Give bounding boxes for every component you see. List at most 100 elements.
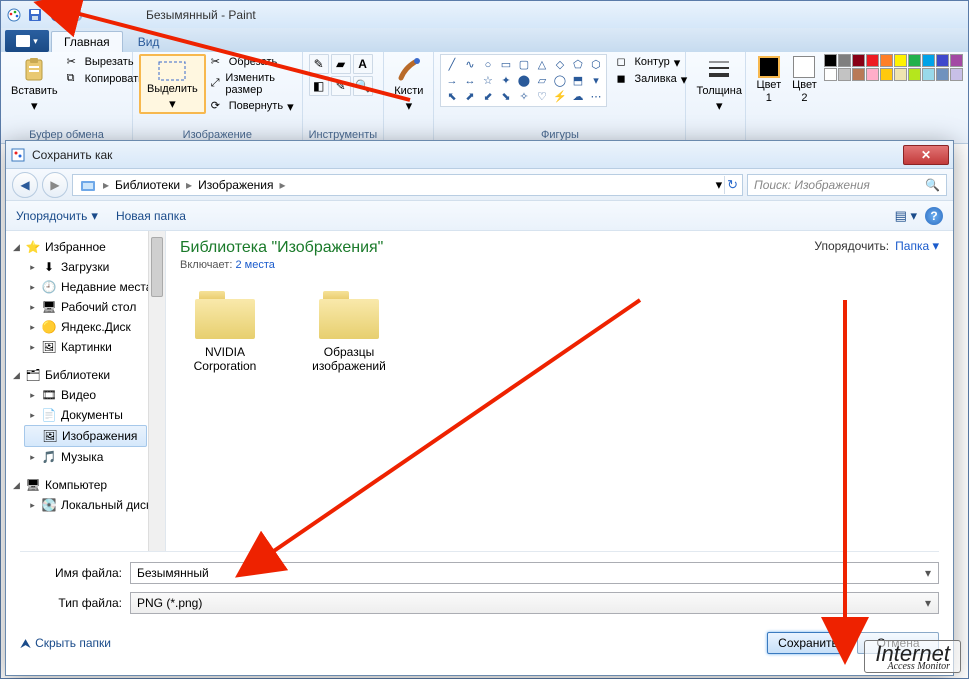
tree-scrollbar[interactable] xyxy=(148,231,165,551)
color-swatch[interactable] xyxy=(852,68,865,81)
color-swatch[interactable] xyxy=(838,68,851,81)
tool-eraser[interactable]: ◧ xyxy=(309,76,329,96)
paste-button[interactable]: Вставить▾ xyxy=(7,54,62,114)
tool-pencil[interactable]: ✎ xyxy=(309,54,329,74)
size-button[interactable]: Толщина▾ xyxy=(692,54,746,114)
color-swatch[interactable] xyxy=(922,68,935,81)
breadcrumb-dropdown-icon[interactable]: ▾ xyxy=(716,178,723,191)
color-swatch[interactable] xyxy=(852,54,865,67)
new-folder-button[interactable]: Новая папка xyxy=(116,209,186,223)
color-palette[interactable] xyxy=(824,54,963,81)
organize-button[interactable]: Упорядочить ▾ xyxy=(16,209,98,223)
ribbon-group-brushes: Кисти▾ xyxy=(384,52,434,143)
filename-input[interactable]: Безымянный▾ xyxy=(130,562,939,584)
search-icon: 🔍 xyxy=(925,178,940,192)
tree-item[interactable]: ▸🕘Недавние места xyxy=(6,277,165,297)
ribbon-group-image: Выделить▾ ✂Обрезать ⤢Изменить размер ⟳По… xyxy=(133,52,303,143)
dialog-toolbar: Упорядочить ▾ Новая папка ▤ ▾ ? xyxy=(6,201,953,231)
nav-back-button[interactable]: ◀ xyxy=(12,172,38,198)
hide-folders-link[interactable]: ⮝Скрыть папки xyxy=(20,636,111,650)
chevron-down-icon[interactable]: ▾ xyxy=(920,595,936,611)
nav-tree: ◢⭐Избранное ▸⬇Загрузки▸🕘Недавние места▸🖥… xyxy=(6,231,166,551)
ribbon-group-shapes: ╱∿○▭▢△◇⬠⬡ →↔☆✦⬤▱◯⬒▾ ⬉⬈⬋⬊✧♡⚡☁⋯ ◻Контур ▾ … xyxy=(434,52,686,143)
tab-view[interactable]: Вид xyxy=(125,31,173,52)
crop-button[interactable]: ✂Обрезать xyxy=(209,54,296,70)
tree-item[interactable]: ▸🟡Яндекс.Диск xyxy=(6,317,165,337)
breadcrumb[interactable]: ▸ Библиотеки ▸ Изображения ▸ ▾ ↻ xyxy=(72,174,743,196)
color-swatch[interactable] xyxy=(894,54,907,67)
breadcrumb-seg-0[interactable]: Библиотеки xyxy=(111,178,184,192)
color-swatch[interactable] xyxy=(950,54,963,67)
refresh-icon[interactable]: ↻ xyxy=(727,178,738,191)
shape-outline-button[interactable]: ◻Контур ▾ xyxy=(614,54,689,70)
tool-picker[interactable]: ✎ xyxy=(331,76,351,96)
tool-fill[interactable]: ▰ xyxy=(331,54,351,74)
paint-titlebar: Безымянный - Paint xyxy=(1,1,968,28)
tool-zoom[interactable]: 🔍 xyxy=(353,76,373,96)
filetype-select[interactable]: PNG (*.png)▾ xyxy=(130,592,939,614)
tree-item[interactable]: ▸📄Документы xyxy=(6,405,165,425)
color2-button[interactable]: Цвет 2 xyxy=(788,54,821,106)
search-input[interactable]: Поиск: Изображения 🔍 xyxy=(747,174,947,196)
tree-item[interactable]: ▸🎞Видео xyxy=(6,385,165,405)
shape-gallery[interactable]: ╱∿○▭▢△◇⬠⬡ →↔☆✦⬤▱◯⬒▾ ⬉⬈⬋⬊✧♡⚡☁⋯ xyxy=(440,54,607,107)
tree-computer[interactable]: ◢🖥Компьютер xyxy=(6,475,165,495)
breadcrumb-seg-1[interactable]: Изображения xyxy=(194,178,277,192)
color1-button[interactable]: Цвет 1 xyxy=(752,54,785,106)
tool-text[interactable]: A xyxy=(353,54,373,74)
color-swatch[interactable] xyxy=(824,54,837,67)
ribbon-group-tools: ✎ ▰ A ◧ ✎ 🔍 Инструменты xyxy=(303,52,385,143)
tree-item[interactable]: ▸⬇Загрузки xyxy=(6,257,165,277)
help-icon[interactable]: ? xyxy=(925,207,943,225)
tree-favorites[interactable]: ◢⭐Избранное xyxy=(6,237,165,257)
color-swatch[interactable] xyxy=(908,68,921,81)
shape-fill-button[interactable]: ◼Заливка ▾ xyxy=(614,71,689,87)
tree-item[interactable]: ▸🖥Рабочий стол xyxy=(6,297,165,317)
brushes-button[interactable]: Кисти▾ xyxy=(390,54,427,114)
ribbon: Вставить▾ ✂Вырезать ⧉Копировать Буфер об… xyxy=(1,52,968,144)
tree-item[interactable]: ▸🎵Музыка xyxy=(6,447,165,467)
ribbon-group-size: Толщина▾ xyxy=(686,52,746,143)
color-swatch[interactable] xyxy=(866,68,879,81)
color-swatch[interactable] xyxy=(880,54,893,67)
qat-save-icon[interactable] xyxy=(26,6,44,24)
sort-dropdown[interactable]: Папка ▾ xyxy=(895,239,939,253)
tree-item[interactable]: 🖼Изображения xyxy=(24,425,147,447)
save-button[interactable]: Сохранить xyxy=(767,632,849,654)
tab-home[interactable]: Главная xyxy=(51,31,123,52)
dialog-footer: ⮝Скрыть папки Сохранить Отмена xyxy=(6,628,953,664)
libraries-icon: 🗂 xyxy=(25,367,41,383)
color-swatch[interactable] xyxy=(950,68,963,81)
color-swatch[interactable] xyxy=(824,68,837,81)
folder-item[interactable]: Образцы изображений xyxy=(304,287,394,373)
chevron-down-icon[interactable]: ▾ xyxy=(920,565,936,581)
filename-label: Имя файла: xyxy=(20,566,130,580)
watermark: Internet Access Monitor xyxy=(864,640,961,673)
breadcrumb-root-icon[interactable] xyxy=(77,178,101,192)
qat-redo-icon[interactable] xyxy=(68,6,86,24)
folder-item[interactable]: NVIDIA Corporation xyxy=(180,287,270,373)
tree-item[interactable]: ▸💽Локальный диск xyxy=(6,495,165,515)
dialog-titlebar: Сохранить как ✕ xyxy=(6,141,953,169)
library-locations-link[interactable]: 2 места xyxy=(235,259,274,271)
color-swatch[interactable] xyxy=(838,54,851,67)
close-button[interactable]: ✕ xyxy=(903,145,949,165)
color-swatch[interactable] xyxy=(866,54,879,67)
view-mode-button[interactable]: ▤ ▾ xyxy=(895,209,917,222)
tree-libraries[interactable]: ◢🗂Библиотеки xyxy=(6,365,165,385)
color-swatch[interactable] xyxy=(894,68,907,81)
resize-button[interactable]: ⤢Изменить размер xyxy=(209,71,296,97)
ribbon-group-clipboard: Вставить▾ ✂Вырезать ⧉Копировать Буфер об… xyxy=(1,52,133,143)
file-menu-button[interactable]: ▾ xyxy=(5,30,49,52)
color-swatch[interactable] xyxy=(908,54,921,67)
color-swatch[interactable] xyxy=(936,54,949,67)
color-swatch[interactable] xyxy=(880,68,893,81)
nav-forward-button[interactable]: ▶ xyxy=(42,172,68,198)
color-swatch[interactable] xyxy=(936,68,949,81)
ribbon-group-colors: Цвет 1 Цвет 2 xyxy=(746,52,969,143)
rotate-button[interactable]: ⟳Повернуть ▾ xyxy=(209,98,296,114)
qat-undo-icon[interactable] xyxy=(47,6,65,24)
select-button[interactable]: Выделить▾ xyxy=(139,54,206,114)
color-swatch[interactable] xyxy=(922,54,935,67)
tree-item[interactable]: ▸🖼Картинки xyxy=(6,337,165,357)
